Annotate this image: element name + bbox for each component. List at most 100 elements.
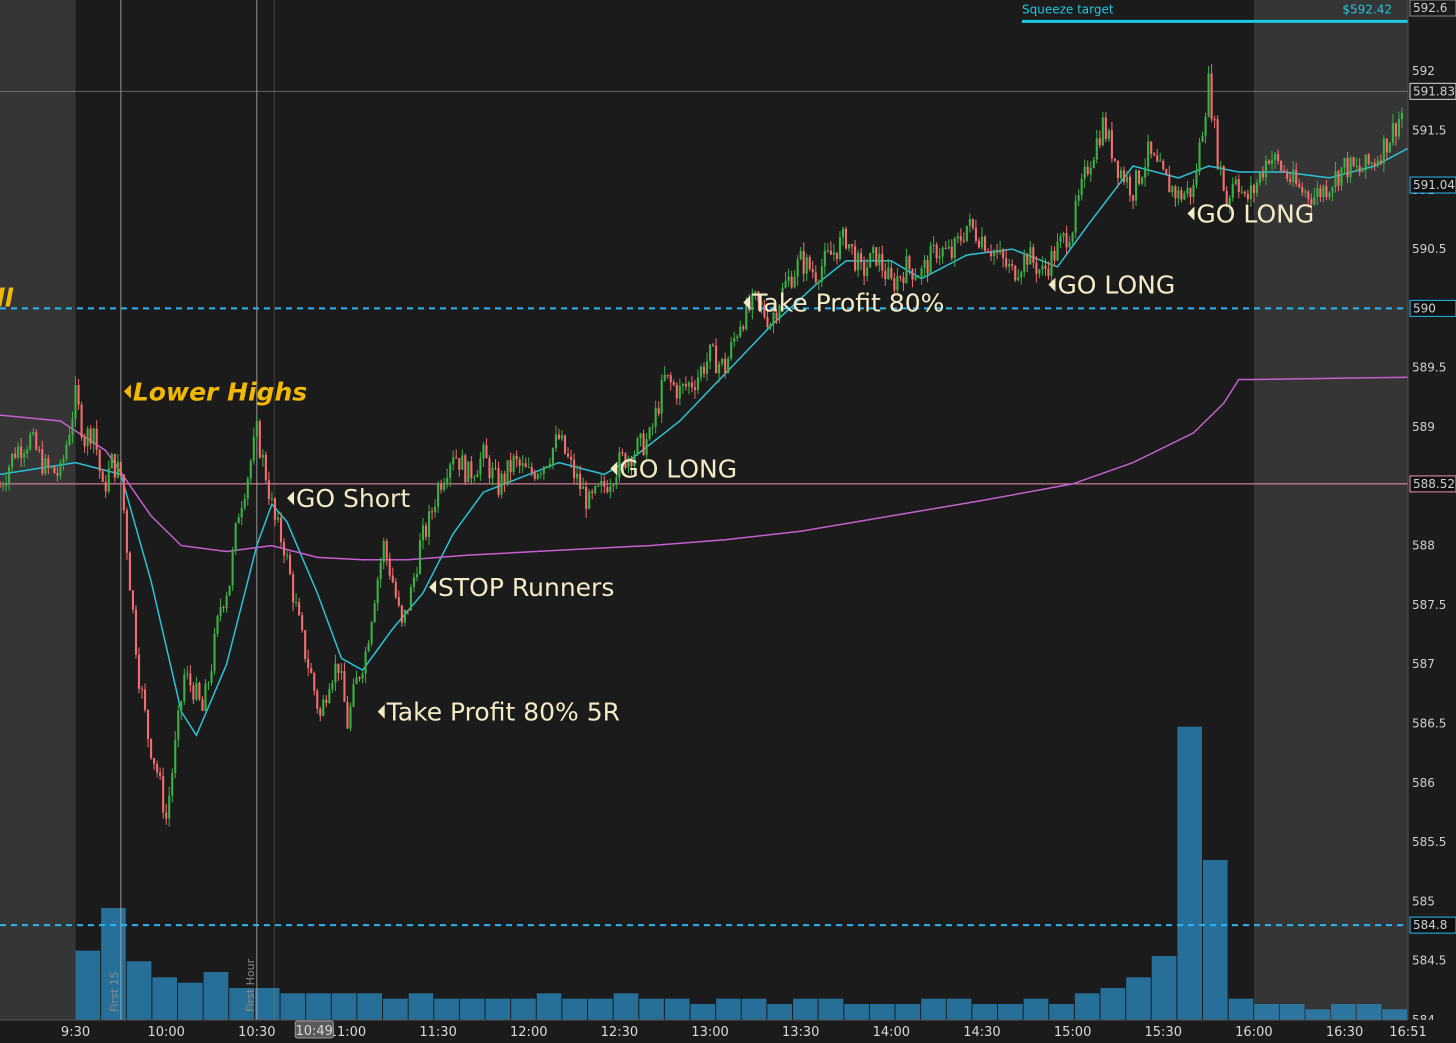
candle-body bbox=[675, 384, 678, 399]
extended-hours-region bbox=[0, 0, 76, 1020]
candle-body bbox=[811, 269, 814, 273]
candle-body bbox=[1183, 193, 1186, 200]
volume-bar bbox=[998, 1004, 1023, 1020]
volume-bar bbox=[126, 961, 152, 1020]
candle-body bbox=[999, 249, 1002, 253]
candle-body bbox=[911, 268, 914, 280]
volume-bar bbox=[306, 993, 331, 1020]
candle-body bbox=[349, 706, 352, 729]
candle-body bbox=[690, 382, 693, 388]
candle-body bbox=[962, 240, 965, 242]
candle-body bbox=[509, 460, 512, 473]
candle-body bbox=[1107, 130, 1110, 140]
candle-body bbox=[412, 577, 415, 588]
candle-body bbox=[415, 574, 419, 578]
candle-body bbox=[1286, 171, 1289, 179]
candle-body bbox=[56, 473, 59, 476]
candle-body bbox=[367, 643, 370, 652]
candle-body bbox=[582, 486, 585, 489]
candle-body bbox=[866, 267, 869, 276]
volume-bar bbox=[203, 972, 229, 1020]
candle-body bbox=[59, 462, 62, 476]
candle-body bbox=[1135, 170, 1138, 201]
candle-body bbox=[986, 251, 990, 253]
x-tick-label: 12:00 bbox=[510, 1025, 547, 1040]
candle-body bbox=[705, 361, 709, 374]
volume-bar bbox=[639, 998, 664, 1020]
candle-body bbox=[258, 421, 261, 458]
candle-body bbox=[89, 428, 92, 444]
candle-body bbox=[1089, 167, 1092, 175]
candle-body bbox=[527, 466, 530, 468]
candle-body bbox=[718, 363, 721, 374]
candle-body bbox=[947, 246, 950, 249]
candle-body bbox=[304, 630, 307, 660]
candle-body bbox=[1138, 170, 1141, 184]
candle-body bbox=[512, 455, 515, 473]
candle-body bbox=[231, 551, 234, 586]
candle-body bbox=[316, 690, 319, 709]
candle-body bbox=[1017, 277, 1020, 281]
volume-bar bbox=[1279, 1004, 1305, 1020]
x-tick-label: 11:00 bbox=[329, 1025, 366, 1040]
candle-body bbox=[352, 684, 355, 707]
y-tick-label: 589 bbox=[1412, 420, 1435, 434]
candle-body bbox=[1213, 119, 1216, 121]
candle-body bbox=[869, 252, 872, 268]
x-tick-label: 11:30 bbox=[419, 1025, 456, 1040]
candle-body bbox=[225, 595, 228, 608]
volume-bar bbox=[1203, 860, 1228, 1020]
candle-body bbox=[1204, 116, 1207, 136]
candle-body bbox=[1252, 185, 1255, 194]
candle-body bbox=[814, 272, 817, 283]
candle-body bbox=[240, 507, 243, 518]
candle-body bbox=[1325, 185, 1328, 197]
candle-body bbox=[1116, 160, 1119, 179]
candle-body bbox=[1168, 174, 1171, 193]
y-tick-label: 592 bbox=[1412, 64, 1435, 78]
candle-body bbox=[1316, 188, 1319, 198]
candle-body bbox=[125, 510, 128, 553]
candle-body bbox=[808, 257, 811, 270]
candle-body bbox=[923, 259, 926, 269]
candle-body bbox=[536, 474, 539, 479]
candle-body bbox=[168, 795, 171, 819]
volume-bar bbox=[1151, 956, 1177, 1020]
candle-body bbox=[216, 616, 219, 634]
candle-body bbox=[663, 374, 666, 381]
y-tick-label: 585.5 bbox=[1412, 835, 1446, 849]
candle-body bbox=[820, 266, 823, 282]
price-badge-label: 588.52 bbox=[1413, 477, 1455, 491]
candle-body bbox=[8, 467, 11, 484]
candle-body bbox=[222, 607, 225, 609]
candle-body bbox=[1, 485, 5, 487]
candle-body bbox=[159, 772, 162, 777]
volume-bar bbox=[588, 998, 613, 1020]
candle-body bbox=[397, 597, 400, 606]
candle-body bbox=[1062, 233, 1065, 237]
candle-body bbox=[1292, 169, 1295, 182]
candle-body bbox=[1280, 161, 1283, 171]
candle-body bbox=[134, 609, 138, 655]
y-tick-label: 585 bbox=[1412, 894, 1435, 908]
candle-body bbox=[1367, 154, 1370, 164]
price-chart[interactable]: First 15 First Hour Lower Highs GO Short ST… bbox=[0, 0, 1456, 1043]
candle-body bbox=[17, 446, 20, 458]
candle-body bbox=[1340, 167, 1343, 186]
candle-body bbox=[1246, 193, 1249, 200]
candle-body bbox=[119, 461, 122, 475]
candle-body bbox=[799, 251, 802, 260]
candle-body bbox=[50, 466, 53, 468]
candle-body bbox=[533, 472, 536, 479]
volume-bar bbox=[357, 993, 383, 1020]
candle-body bbox=[941, 248, 944, 257]
candle-body bbox=[1195, 172, 1198, 185]
candle-body bbox=[228, 585, 231, 596]
volume-bar bbox=[972, 1004, 998, 1020]
volume-bar bbox=[844, 1004, 869, 1020]
candle-body bbox=[1174, 186, 1177, 199]
candle-body bbox=[86, 428, 89, 447]
candle-body bbox=[863, 262, 866, 276]
candle-body bbox=[473, 477, 476, 479]
candle-body bbox=[379, 562, 382, 580]
